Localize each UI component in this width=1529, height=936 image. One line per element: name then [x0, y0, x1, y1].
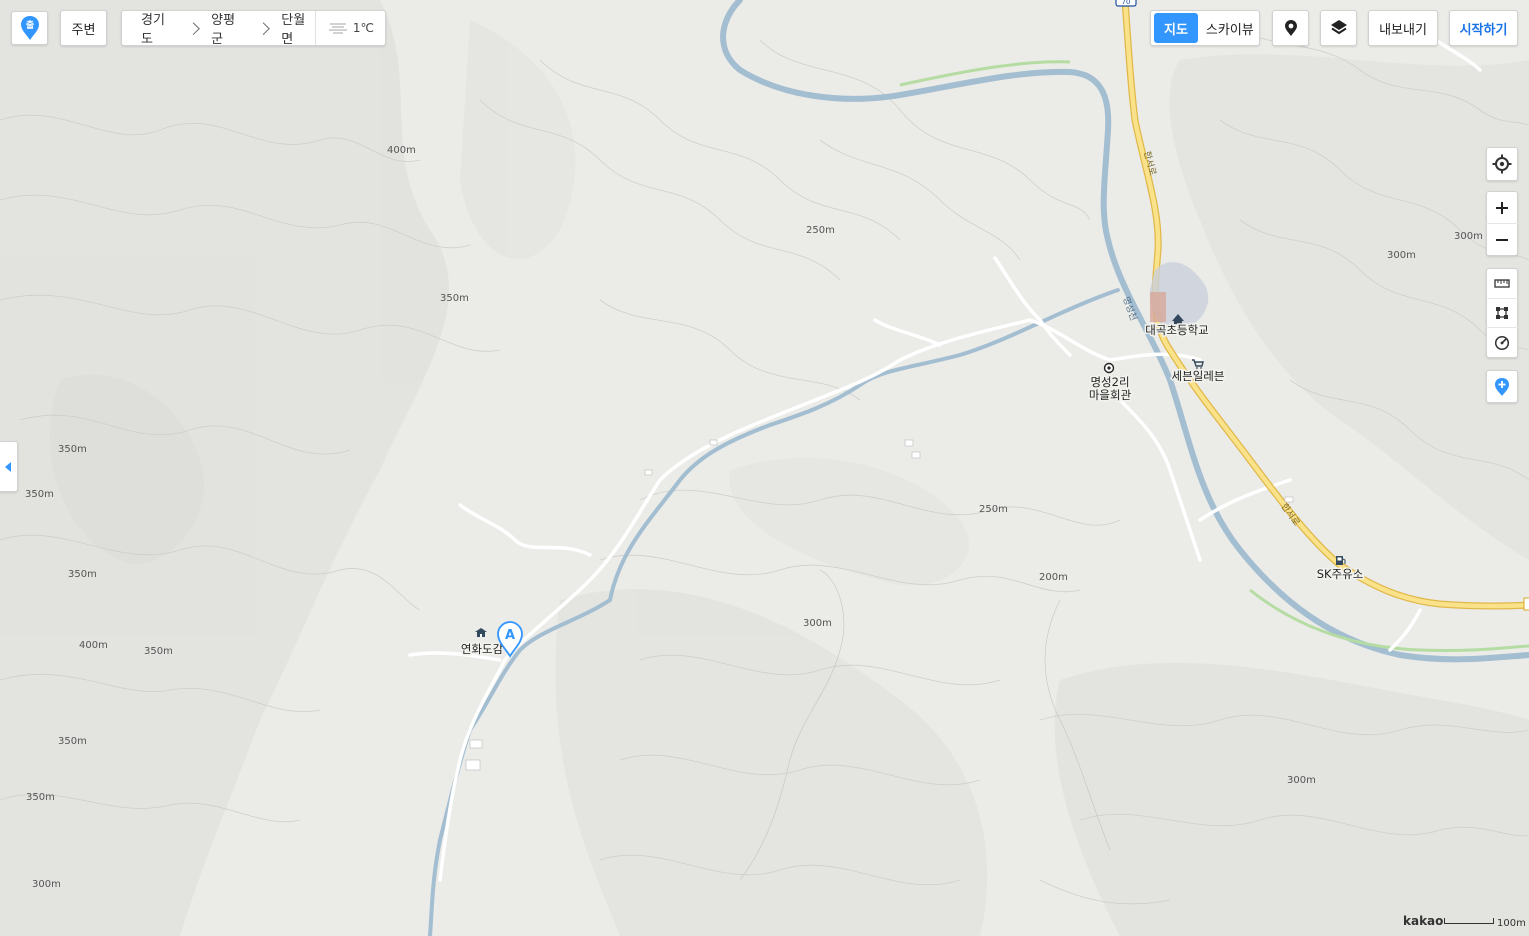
distance-tool-button[interactable] [1486, 269, 1518, 298]
export-button[interactable]: 내보내기 [1368, 10, 1438, 46]
crosshair-icon [1492, 154, 1512, 174]
plus-icon [1496, 201, 1508, 214]
elevation-label: 400m [387, 145, 416, 156]
elevation-label: 300m [1287, 775, 1316, 786]
current-location-button[interactable] [1486, 148, 1518, 180]
start-button[interactable]: 시작하기 [1449, 10, 1518, 46]
landmark-icon [1103, 362, 1115, 374]
minus-icon [1496, 238, 1508, 241]
elevation-label: 350m [144, 646, 173, 657]
radius-tool-button[interactable] [1486, 327, 1518, 357]
map-canvas[interactable]: 400m 350m 250m 300m 300m 350m 350m 350m … [0, 0, 1529, 936]
map-type-toggle: 지도 스카이뷰 [1150, 10, 1260, 46]
elevation-label: 350m [58, 736, 87, 747]
current-location-group [1486, 147, 1518, 181]
route-shield: 70 [1115, 0, 1137, 7]
add-place-button[interactable] [1486, 371, 1518, 402]
scale-label: 100m [1497, 918, 1526, 929]
breadcrumb-item-county[interactable]: 양평군 [197, 9, 245, 47]
ruler-icon [1494, 279, 1510, 288]
logo-glyph: 출 [25, 19, 33, 31]
poi-village-hall-label: 마을회관 [1089, 388, 1132, 402]
elevation-label: 300m [1387, 250, 1416, 261]
map-type-map-button[interactable]: 지도 [1154, 13, 1198, 43]
layers-icon [1330, 20, 1347, 35]
zoom-control [1486, 191, 1518, 256]
area-tool-button[interactable] [1486, 297, 1518, 328]
add-place-group [1486, 370, 1518, 403]
place-pin-icon [1284, 20, 1297, 36]
breadcrumb: 경기도 양평군 단월면 1℃ [121, 9, 386, 47]
elevation-label: 350m [26, 792, 55, 803]
side-panel-toggle[interactable] [0, 441, 18, 492]
elevation-label: 200m [1039, 572, 1068, 583]
logo-button[interactable]: 출 [11, 11, 48, 45]
map-pin-logo-icon: 출 [20, 16, 39, 40]
marker-letter: A [505, 628, 515, 643]
area-icon [1496, 307, 1508, 319]
poi-gas-station-label: SK주유소 [1317, 567, 1364, 581]
layers-button[interactable] [1320, 10, 1357, 46]
zoom-out-button[interactable] [1486, 223, 1518, 255]
zoom-in-button[interactable] [1486, 192, 1518, 223]
poi-temple-label: 연화도감 [461, 642, 504, 656]
map-type-skyview-button[interactable]: 스카이뷰 [1206, 19, 1254, 38]
poi-village-hall-label: 명성2리 [1090, 375, 1129, 389]
route-shield-edge [1523, 597, 1529, 611]
elevation-label: 350m [68, 569, 97, 580]
poi-school-label: 대곡초등학교 [1145, 323, 1208, 337]
elevation-label: 350m [58, 444, 87, 455]
breadcrumb-item-province[interactable]: 경기도 [122, 9, 175, 47]
poi-toggle-button[interactable] [1272, 10, 1309, 46]
weather-widget[interactable]: 1℃ [314, 11, 385, 45]
measure-tools [1486, 268, 1518, 358]
elevation-label: 300m [803, 618, 832, 629]
elevation-label: 350m [25, 489, 54, 500]
radius-icon [1494, 335, 1510, 350]
elevation-label: 350m [440, 293, 469, 304]
weather-temperature: 1℃ [352, 21, 374, 35]
breadcrumb-item-township[interactable]: 단월면 [267, 9, 315, 47]
svg-text:70: 70 [1122, 0, 1131, 6]
add-pin-icon [1495, 377, 1509, 396]
nearby-button[interactable]: 주변 [60, 10, 107, 46]
elevation-label: 400m [79, 640, 108, 651]
elevation-label: 300m [1454, 231, 1483, 242]
fog-icon [328, 23, 347, 34]
elevation-label: 250m [806, 225, 835, 236]
chevron-left-icon [5, 461, 11, 472]
kakao-logo: kakao [1403, 914, 1444, 928]
elevation-label: 250m [979, 504, 1008, 515]
scale-bar [1444, 918, 1494, 924]
poi-store-label: 세븐일레븐 [1172, 369, 1225, 383]
elevation-label: 300m [32, 879, 61, 890]
school-field [1150, 292, 1166, 322]
